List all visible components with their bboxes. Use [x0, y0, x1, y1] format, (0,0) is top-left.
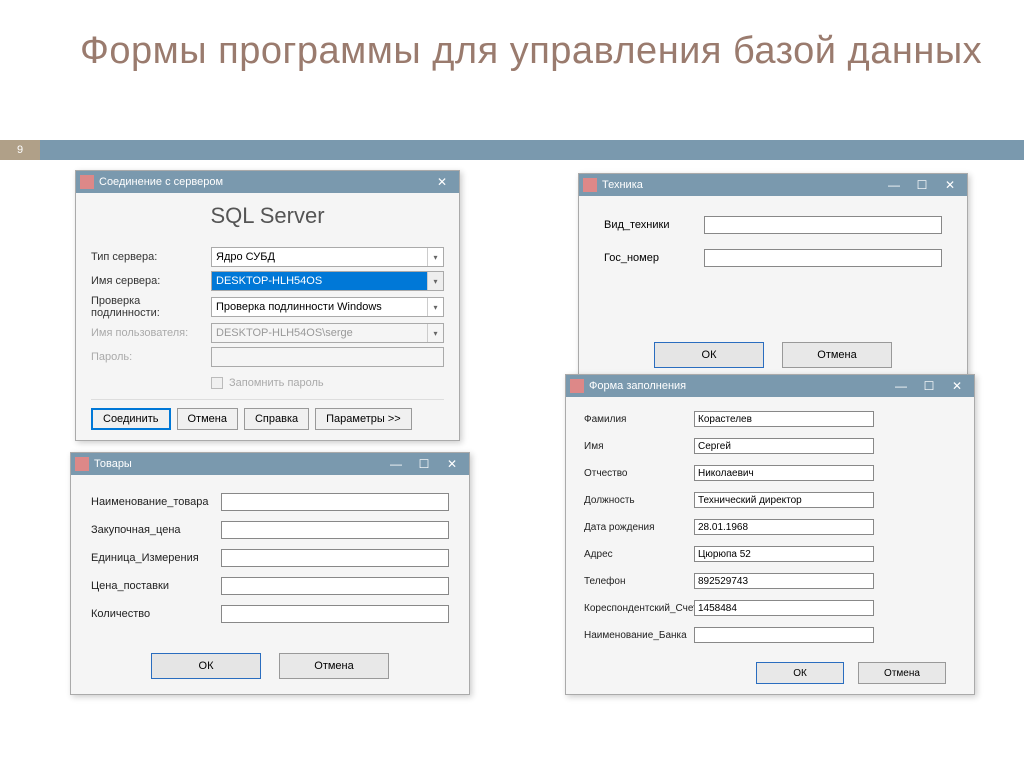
name-input[interactable]: Сергей [694, 438, 874, 454]
position-input[interactable]: Технический директор [694, 492, 874, 508]
name-label: Имя [584, 441, 694, 452]
maximize-icon[interactable]: ☐ [411, 455, 437, 473]
account-input[interactable]: 1458484 [694, 600, 874, 616]
ok-button[interactable]: ОК [654, 342, 764, 368]
username-input: DESKTOP-HLH54OS\serge▾ [211, 323, 444, 343]
sql-titlebar[interactable]: Соединение с сервером ✕ [76, 171, 459, 193]
window-title: Техника [602, 179, 643, 191]
goods-unit-label: Единица_Измерения [91, 552, 221, 564]
tech-number-input[interactable] [704, 249, 942, 267]
auth-label: Проверка подлинности: [91, 295, 211, 319]
tech-titlebar[interactable]: Техника — ☐ ✕ [579, 174, 967, 196]
slide-header-bar: 9 [0, 140, 1024, 160]
minimize-icon[interactable]: — [881, 176, 907, 194]
window-title: Товары [94, 458, 132, 470]
tech-type-label: Вид_техники [604, 219, 704, 231]
window-title: Форма заполнения [589, 380, 686, 392]
sql-connect-window: Соединение с сервером ✕ SQL Server Тип с… [75, 170, 460, 441]
app-icon [80, 175, 94, 189]
maximize-icon[interactable]: ☐ [916, 377, 942, 395]
maximize-icon[interactable]: ☐ [909, 176, 935, 194]
fill-window: Форма заполнения — ☐ ✕ Фамилия Корастеле… [565, 374, 975, 695]
app-icon [75, 457, 89, 471]
dob-label: Дата рождения [584, 522, 694, 533]
tech-number-label: Гос_номер [604, 252, 704, 264]
password-input [211, 347, 444, 367]
fill-titlebar[interactable]: Форма заполнения — ☐ ✕ [566, 375, 974, 397]
app-icon [583, 178, 597, 192]
goods-name-label: Наименование_товара [91, 496, 221, 508]
remember-label: Запомнить пароль [229, 377, 324, 389]
goods-buyprice-label: Закупочная_цена [91, 524, 221, 536]
server-name-label: Имя сервера: [91, 275, 211, 287]
slide-accent-bar [40, 140, 1024, 160]
goods-qty-input[interactable] [221, 605, 449, 623]
chevron-down-icon: ▾ [427, 324, 443, 342]
auth-select[interactable]: Проверка подлинности Windows▾ [211, 297, 444, 317]
password-label: Пароль: [91, 351, 211, 363]
goods-titlebar[interactable]: Товары — ☐ ✕ [71, 453, 469, 475]
window-title: Соединение с сервером [99, 176, 223, 188]
goods-supplyprice-label: Цена_поставки [91, 580, 221, 592]
slide-title: Формы программы для управления базой дан… [80, 30, 982, 74]
bank-label: Наименование_Банка [584, 630, 694, 641]
surname-label: Фамилия [584, 414, 694, 425]
tech-type-input[interactable] [704, 216, 942, 234]
app-icon [570, 379, 584, 393]
minimize-icon[interactable]: — [383, 455, 409, 473]
chevron-down-icon: ▾ [427, 272, 443, 290]
chevron-down-icon: ▾ [427, 248, 443, 266]
close-icon[interactable]: ✕ [944, 377, 970, 395]
cancel-button[interactable]: Отмена [279, 653, 389, 679]
params-button[interactable]: Параметры >> [315, 408, 412, 430]
slide-number: 9 [0, 140, 40, 160]
patronymic-label: Отчество [584, 468, 694, 479]
cancel-button[interactable]: Отмена [782, 342, 892, 368]
chevron-down-icon: ▾ [427, 298, 443, 316]
tech-window: Техника — ☐ ✕ Вид_техники Гос_номер ОК О… [578, 173, 968, 386]
minimize-icon[interactable]: — [888, 377, 914, 395]
goods-unit-input[interactable] [221, 549, 449, 567]
help-button[interactable]: Справка [244, 408, 309, 430]
ok-button[interactable]: ОК [151, 653, 261, 679]
close-icon[interactable]: ✕ [429, 173, 455, 191]
address-label: Адрес [584, 549, 694, 560]
goods-supplyprice-input[interactable] [221, 577, 449, 595]
dob-input[interactable]: 28.01.1968 [694, 519, 874, 535]
server-type-select[interactable]: Ядро СУБД▾ [211, 247, 444, 267]
position-label: Должность [584, 495, 694, 506]
username-label: Имя пользователя: [91, 327, 211, 339]
goods-window: Товары — ☐ ✕ Наименование_товара Закупоч… [70, 452, 470, 695]
close-icon[interactable]: ✕ [439, 455, 465, 473]
account-label: Кореспондентский_Счет [584, 603, 694, 614]
surname-input[interactable]: Корастелев [694, 411, 874, 427]
phone-input[interactable]: 892529743 [694, 573, 874, 589]
goods-buyprice-input[interactable] [221, 521, 449, 539]
phone-label: Телефон [584, 576, 694, 587]
remember-checkbox [211, 377, 223, 389]
sql-heading: SQL Server [91, 193, 444, 247]
cancel-button[interactable]: Отмена [177, 408, 238, 430]
goods-name-input[interactable] [221, 493, 449, 511]
patronymic-input[interactable]: Николаевич [694, 465, 874, 481]
address-input[interactable]: Цюрюпа 52 [694, 546, 874, 562]
server-type-label: Тип сервера: [91, 251, 211, 263]
cancel-button[interactable]: Отмена [858, 662, 946, 684]
bank-input[interactable] [694, 627, 874, 643]
goods-qty-label: Количество [91, 608, 221, 620]
ok-button[interactable]: ОК [756, 662, 844, 684]
connect-button[interactable]: Соединить [91, 408, 171, 430]
close-icon[interactable]: ✕ [937, 176, 963, 194]
server-name-select[interactable]: DESKTOP-HLH54OS▾ [211, 271, 444, 291]
